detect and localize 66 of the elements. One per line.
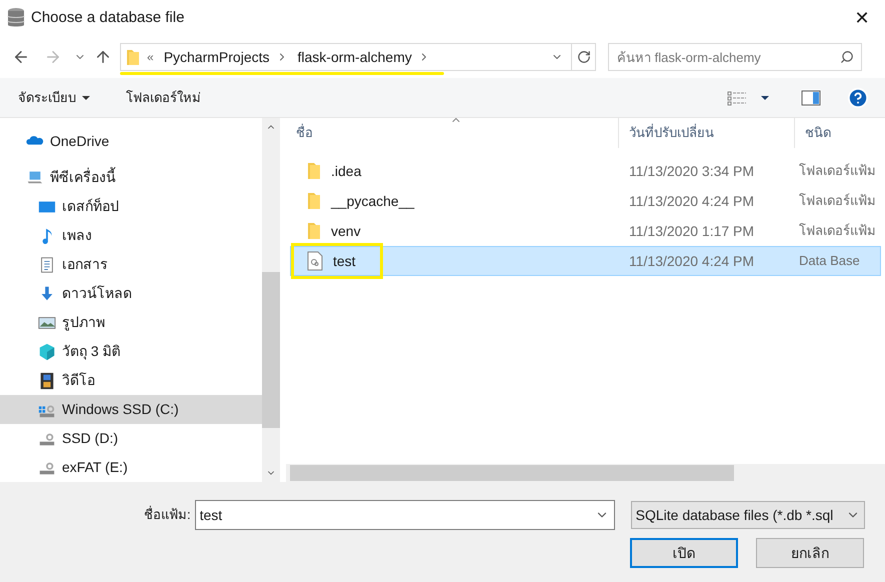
file-type: โฟลเดอร์แฟ้ม <box>798 192 876 210</box>
database-icon <box>6 7 26 29</box>
breadcrumb-item[interactable]: PycharmProjects <box>164 46 270 68</box>
scrollbar-thumb[interactable] <box>290 465 734 481</box>
breadcrumb-item[interactable]: flask-orm-alchemy <box>298 46 412 68</box>
file-row[interactable]: __pycache__ 11/13/2020 4:24 PM โฟลเดอร์แฟ้ม <box>290 186 881 216</box>
file-type: โฟลเดอร์แฟ้ม <box>798 162 876 180</box>
new-folder-button[interactable]: โฟลเดอร์ใหม่ <box>126 88 201 108</box>
folder-icon <box>307 192 321 210</box>
file-type-dropdown[interactable]: SQLite database files (*.db *.sql <box>630 501 865 529</box>
document-icon <box>38 256 56 274</box>
file-name: __pycache__ <box>331 192 414 211</box>
dialog-button[interactable]: ยกเลิก <box>756 538 864 568</box>
window-title: Choose a database file <box>31 8 184 28</box>
scrollbar-thumb[interactable] <box>262 272 280 428</box>
file-type: โฟลเดอร์แฟ้ม <box>798 222 876 240</box>
folder-icon <box>307 222 321 240</box>
view-dropdown-icon[interactable] <box>761 96 769 100</box>
nav-item[interactable]: ดาวน์โหลด <box>0 279 262 308</box>
file-row[interactable]: .idea 11/13/2020 3:34 PM โฟลเดอร์แฟ้ม <box>290 156 881 186</box>
modified-date: 11/13/2020 4:24 PM <box>628 252 756 270</box>
column-header[interactable]: ชื่อ <box>286 118 618 148</box>
overflow-chevrons[interactable]: « <box>147 48 154 66</box>
nav-item[interactable]: รูปภาพ <box>0 308 262 337</box>
filename-label: ชื่อแฟ้ม: <box>144 505 191 524</box>
up-icon[interactable] <box>94 48 112 66</box>
folder-icon <box>127 49 139 65</box>
film-icon <box>38 372 56 390</box>
file-row[interactable]: test 11/13/2020 4:24 PM Data Base <box>290 246 881 276</box>
modified-date: 11/13/2020 4:24 PM <box>628 192 756 210</box>
folder-icon <box>307 162 321 180</box>
nav-item[interactable]: เพลง <box>0 221 262 250</box>
filename-field[interactable]: test <box>194 500 615 530</box>
file-type: Data Base <box>798 252 860 270</box>
file-row[interactable]: venv 11/13/2020 1:17 PM โฟลเดอร์แฟ้ม <box>290 216 881 246</box>
horizontal-scrollbar[interactable] <box>286 464 885 482</box>
nav-item[interactable]: OneDrive <box>0 126 262 156</box>
nav-item[interactable]: วัตถุ 3 มิติ <box>0 337 262 366</box>
file-name: venv <box>331 222 361 240</box>
nav-item[interactable]: SSD (D:) <box>0 424 262 453</box>
view-options-icon[interactable] <box>727 90 747 106</box>
search-field[interactable]: ค้นหา flask-orm-alchemy <box>608 43 862 71</box>
help-icon[interactable] <box>847 86 869 108</box>
refresh-icon <box>576 50 590 64</box>
nav-item[interactable]: พีซีเครื่องนี้ <box>0 162 262 192</box>
file-name: .idea <box>331 162 362 180</box>
address-bar[interactable]: « PycharmProjects flask-orm-alchemy <box>120 43 596 71</box>
modified-date: 11/13/2020 3:34 PM <box>628 162 756 180</box>
back-icon[interactable] <box>12 48 30 66</box>
preview-pane-icon[interactable] <box>801 90 821 106</box>
nav-item[interactable]: Windows SSD (C:) <box>0 395 262 424</box>
column-header[interactable]: ชนิด <box>794 118 885 148</box>
nav-item[interactable]: เดสก์ท็อป <box>0 192 262 221</box>
close-button[interactable]: ✕ <box>839 0 885 36</box>
file-name: test <box>333 252 356 270</box>
nav-item[interactable]: วิดีโอ <box>0 366 262 395</box>
sidebar-scrollbar[interactable] <box>262 118 280 482</box>
search-icon <box>840 50 854 64</box>
modified-date: 11/13/2020 1:17 PM <box>628 222 756 240</box>
nav-item[interactable]: เอกสาร <box>0 250 262 279</box>
file-icon <box>307 251 323 271</box>
dialog-button[interactable]: เปิด <box>630 538 738 568</box>
organize-button[interactable]: จัดระเบียบ <box>18 88 90 108</box>
cube-icon <box>38 342 56 360</box>
column-header[interactable]: วันที่ปรับเปลี่ยน <box>618 118 794 148</box>
nav-item[interactable]: exFAT (E:) <box>0 453 262 482</box>
